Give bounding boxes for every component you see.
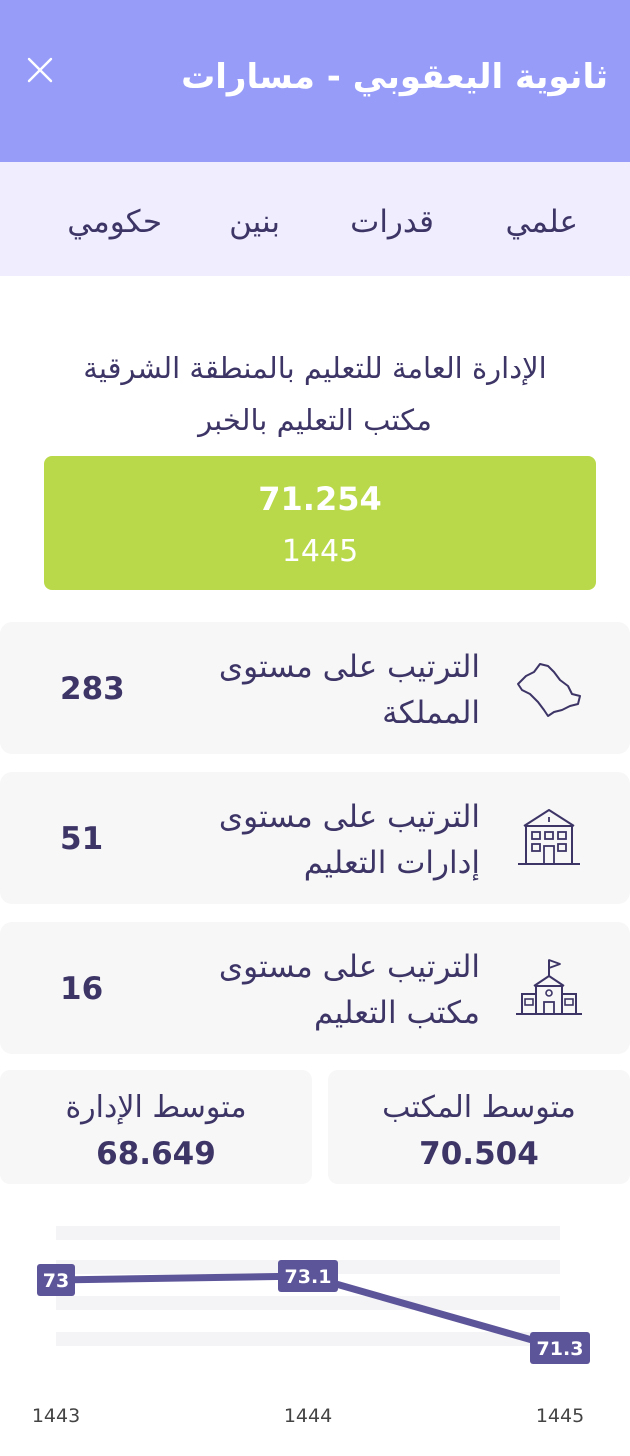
rank-value-administrations: 51	[60, 821, 104, 857]
tags-bar: علمي قدرات بنين حكومي	[0, 162, 630, 276]
saudi-map-icon	[517, 663, 581, 717]
tag-track: علمي	[505, 204, 578, 240]
chart-x-tick-label: 1445	[536, 1405, 584, 1427]
score-card: 71.254 1445	[44, 456, 596, 590]
chart-point-label: 73.1	[285, 1266, 332, 1288]
tag-exam: قدرات	[350, 204, 434, 240]
rank-label-administrations: الترتيب على مستوى إدارات التعليم	[218, 799, 480, 881]
building-icon	[518, 809, 580, 865]
admin-average-card: متوسط الإدارة 68.649	[0, 1070, 312, 1184]
office-average-label: متوسط المكتب	[382, 1090, 576, 1125]
page-title: ثانوية اليعقوبي - مسارات	[181, 57, 608, 97]
office-average-value: 70.504	[419, 1136, 539, 1172]
rank-label-kingdom: الترتيب على مستوى المملكة	[218, 649, 480, 731]
chart-grid-band	[56, 1332, 560, 1346]
score-history-chart: 73 73.1 71.3 1443 1444 1445	[32, 1226, 590, 1427]
rank-card-administrations: الترتيب على مستوى إدارات التعليم 51	[0, 772, 630, 904]
chart-point-label: 73	[43, 1270, 69, 1292]
tag-gender: بنين	[229, 204, 280, 240]
rank-card-kingdom: الترتيب على مستوى المملكة 283	[0, 622, 630, 754]
chart-x-tick-label: 1443	[32, 1405, 80, 1427]
close-button[interactable]	[22, 52, 58, 88]
rank-value-office: 16	[60, 971, 104, 1007]
admin-average-label: متوسط الإدارة	[65, 1090, 247, 1125]
close-icon	[27, 57, 53, 83]
chart-x-tick-label: 1444	[284, 1405, 332, 1427]
rank-value-kingdom: 283	[60, 671, 125, 707]
school-flag-icon	[516, 959, 582, 1015]
chart-grid-band	[56, 1226, 560, 1240]
administration-name: الإدارة العامة للتعليم بالمنطقة الشرقية	[83, 351, 547, 385]
chart-point-label: 71.3	[537, 1338, 584, 1360]
chart-grid-band	[56, 1296, 560, 1310]
rank-card-office: الترتيب على مستوى مكتب التعليم 16	[0, 922, 630, 1054]
rank-label-office: الترتيب على مستوى مكتب التعليم	[218, 949, 480, 1031]
tag-sector: حكومي	[67, 204, 162, 240]
office-average-card: متوسط المكتب 70.504	[328, 1070, 630, 1184]
score-value: 71.254	[258, 480, 382, 518]
score-year: 1445	[281, 534, 359, 569]
office-name: مكتب التعليم بالخبر	[198, 403, 432, 437]
admin-average-value: 68.649	[96, 1136, 216, 1172]
header-bar: ثانوية اليعقوبي - مسارات	[0, 0, 630, 162]
